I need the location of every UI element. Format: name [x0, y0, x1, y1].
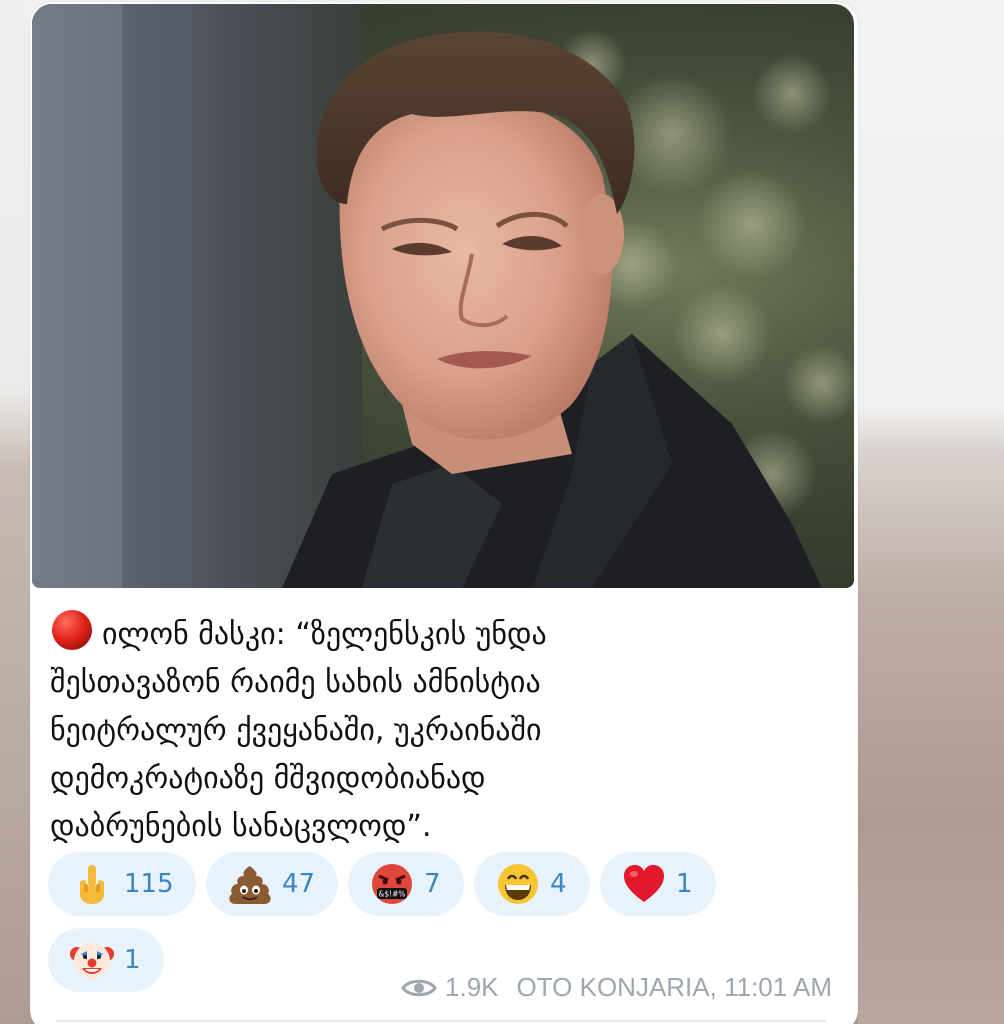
background-right: [858, 0, 1004, 1024]
reaction-middle-finger[interactable]: 115: [48, 852, 196, 916]
bottom-divider: [56, 1020, 826, 1022]
middle-finger-emoji-icon: [80, 865, 104, 904]
reaction-count: 7: [424, 869, 441, 899]
message-text: ილონ მასკი: “ზელენსკის უნდა შესთავაზონ რ…: [50, 617, 547, 844]
svg-text:&$!#%: &$!#%: [378, 890, 405, 899]
reaction-count: 1: [124, 945, 141, 975]
reaction-grinning-face[interactable]: 4: [474, 852, 590, 916]
eye-icon: [401, 979, 437, 996]
post-photo[interactable]: [32, 4, 854, 588]
red-heart-emoji-icon: [624, 865, 664, 902]
photo-illustration: [32, 4, 854, 588]
reaction-count: 1: [676, 869, 693, 899]
poop-emoji-icon: [229, 866, 271, 904]
message-bubble[interactable]: ილონ მასკი: “ზელენსკის უნდა შესთავაზონ რ…: [30, 2, 858, 1024]
cursing-face-emoji-icon: &$!#%: [372, 864, 412, 904]
reaction-clown-face[interactable]: 1: [48, 928, 164, 992]
message-text-block: ილონ მასკი: “ზელენსკის უნდა შესთავაზონ რ…: [50, 608, 840, 851]
clown-face-emoji-icon: [70, 943, 114, 979]
view-count: 1.9K: [445, 972, 499, 1002]
grinning-face-emoji-icon: [498, 864, 538, 904]
reaction-count: 47: [282, 869, 316, 899]
message-meta: 1.9K OTO KONJARIA, 11:01 AM: [401, 972, 832, 1003]
reaction-poop[interactable]: 47: [206, 852, 338, 916]
reaction-count: 4: [550, 869, 567, 899]
reaction-count: 115: [124, 869, 174, 899]
author-and-time: OTO KONJARIA, 11:01 AM: [516, 972, 832, 1002]
red-circle-icon: [52, 610, 92, 650]
reaction-red-heart[interactable]: 1: [600, 852, 716, 916]
reaction-cursing-face[interactable]: &$!#% 7: [348, 852, 464, 916]
background-left: [0, 0, 30, 1024]
